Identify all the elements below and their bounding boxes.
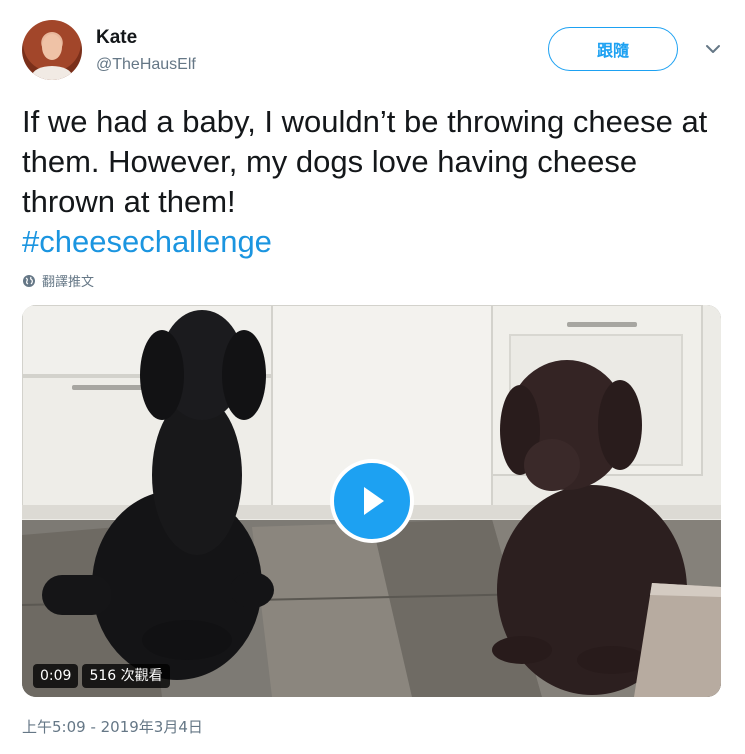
avatar[interactable]	[22, 20, 82, 80]
user-handle[interactable]: @TheHausElf	[96, 56, 196, 74]
follow-button[interactable]: 跟隨	[548, 27, 678, 71]
hashtag-link[interactable]: #cheesechallenge	[22, 224, 272, 259]
user-name[interactable]: Kate	[96, 27, 137, 49]
video-info-badges: 0:09 516 次觀看	[33, 664, 170, 688]
chevron-down-icon[interactable]	[702, 38, 724, 60]
translate-label: 翻譯推文	[42, 275, 95, 290]
play-button[interactable]	[330, 459, 414, 543]
tweet-timestamp[interactable]: 上午5:09 - 2019年3月4日	[22, 716, 203, 737]
translate-tweet-link[interactable]: 翻譯推文	[22, 271, 94, 290]
globe-icon	[23, 274, 35, 287]
tweet-header: Kate @TheHausElf 跟隨	[22, 20, 727, 82]
video-player[interactable]: 0:09 516 次觀看	[22, 305, 721, 697]
play-icon	[364, 487, 384, 515]
tweet-text: If we had a baby, I wouldn’t be throwing…	[22, 102, 722, 262]
tweet-body: If we had a baby, I wouldn’t be throwing…	[22, 104, 708, 219]
video-view-count: 516 次觀看	[82, 664, 170, 688]
video-duration: 0:09	[33, 664, 79, 688]
